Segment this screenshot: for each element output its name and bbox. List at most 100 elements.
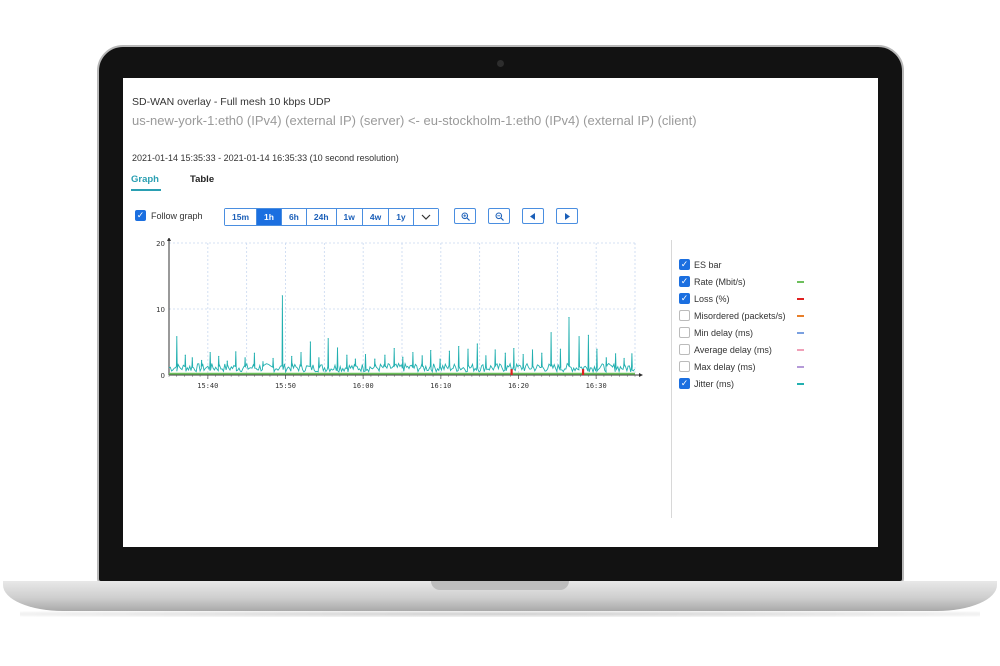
pan-right-button[interactable] (556, 208, 578, 224)
follow-graph-label: Follow graph (151, 210, 203, 221)
jitter-point (281, 295, 283, 297)
jitter-point (176, 336, 178, 338)
range-1w-button[interactable]: 1w (336, 209, 363, 225)
jitter-point (513, 348, 515, 350)
jitter-point (253, 352, 256, 354)
legend-checkbox[interactable]: ✓ (679, 293, 690, 304)
x-tick-label: 16:20 (508, 382, 529, 388)
legend-item-max[interactable]: Max delay (ms) (679, 358, 809, 375)
tab-graph[interactable]: Graph (131, 174, 159, 185)
jitter-point (327, 338, 329, 340)
legend-swatch (797, 315, 804, 317)
arrow-right-icon (565, 212, 570, 220)
follow-graph-toggle[interactable]: ✓ Follow graph (135, 210, 203, 221)
app-window: SD-WAN overlay - Full mesh 10 kbps UDP u… (123, 78, 878, 547)
zoom-in-icon (461, 212, 470, 221)
jitter-point (559, 348, 562, 350)
tab-table[interactable]: Table (190, 174, 214, 185)
range-6h-button[interactable]: 6h (281, 209, 307, 225)
legend-checkbox[interactable] (679, 310, 690, 321)
y-tick-label: 0 (161, 372, 165, 380)
legend-checkbox[interactable]: ✓ (679, 378, 690, 389)
range-15m-button[interactable]: 15m (225, 209, 258, 225)
legend-checkbox[interactable]: ✓ (679, 259, 690, 270)
loss-bar (581, 369, 585, 375)
legend-item-es[interactable]: ✓ ES bar (679, 256, 809, 273)
jitter-point (262, 361, 264, 363)
y-axis-arrow (167, 238, 171, 241)
pan-left-button[interactable] (522, 208, 544, 224)
jitter-point (476, 343, 478, 345)
zoom-out-icon (495, 212, 504, 221)
jitter-point (184, 354, 186, 356)
legend-checkbox[interactable] (679, 327, 690, 338)
legend-checkbox[interactable] (679, 361, 690, 372)
legend-swatch (797, 332, 804, 334)
time-range-selector: 15m 1h 6h 24h 1w 4w 1y (224, 208, 439, 226)
jitter-point (631, 353, 633, 355)
legend-item-loss[interactable]: ✓ Loss (%) (679, 290, 809, 307)
range-4w-button[interactable]: 4w (362, 209, 390, 225)
legend-label: Rate (Mbit/s) (694, 276, 746, 287)
page-title: SD-WAN overlay - Full mesh 10 kbps UDP (132, 96, 331, 108)
jitter-point (354, 358, 356, 360)
y-tick-label: 20 (156, 240, 165, 248)
jitter-point (309, 341, 311, 343)
jitter-point (522, 353, 524, 356)
jitter-point (568, 316, 570, 319)
jitter-point (421, 355, 423, 357)
jitter-point (467, 348, 469, 350)
jitter-point (541, 352, 543, 354)
legend-item-jitter[interactable]: ✓ Jitter (ms) (679, 375, 809, 392)
legend-checkbox[interactable] (679, 344, 690, 355)
jitter-point (336, 347, 339, 349)
jitter-point (384, 354, 386, 356)
time-range-label: 2021-01-14 15:35:33 - 2021-01-14 16:35:3… (132, 153, 399, 163)
laptop-shadow (20, 611, 980, 617)
laptop-hinge-notch (431, 581, 569, 590)
x-tick-label: 15:50 (275, 382, 296, 388)
jitter-point (218, 355, 220, 358)
jitter-point (300, 351, 302, 354)
jitter-point (235, 351, 237, 353)
jitter-point (605, 357, 607, 359)
jitter-point (485, 355, 487, 357)
legend-swatch (797, 281, 804, 283)
jitter-point (201, 359, 203, 362)
tab-active-indicator (131, 189, 161, 191)
jitter-point (587, 334, 589, 336)
jitter-point (550, 332, 552, 334)
legend-item-rate[interactable]: ✓ Rate (Mbit/s) (679, 273, 809, 290)
legend-item-misordered[interactable]: Misordered (packets/s) (679, 307, 809, 324)
jitter-point (393, 348, 395, 350)
chevron-down-icon (421, 214, 431, 220)
legend-label: Average delay (ms) (694, 344, 772, 355)
follow-graph-checkbox[interactable]: ✓ (135, 210, 146, 221)
jitter-point (623, 357, 625, 360)
jitter-point (412, 351, 414, 354)
jitter-point (596, 348, 598, 350)
range-more-button[interactable] (413, 209, 438, 225)
legend-swatch (797, 366, 804, 368)
measurement-chart[interactable]: 0 10 20 15:40 15:50 16:00 16:10 16:20 16:30 (143, 238, 643, 388)
legend-label: Min delay (ms) (694, 327, 754, 338)
camera-icon (497, 60, 504, 67)
legend-checkbox[interactable]: ✓ (679, 276, 690, 287)
jitter-point (291, 355, 293, 358)
x-tick-label: 15:40 (197, 382, 218, 388)
jitter-point (614, 353, 617, 355)
page-subtitle: us-new-york-1:eth0 (IPv4) (external IP) … (132, 113, 697, 128)
jitter-point (448, 350, 450, 352)
legend-item-min[interactable]: Min delay (ms) (679, 324, 809, 341)
range-24h-button[interactable]: 24h (306, 209, 337, 225)
jitter-point (430, 349, 432, 352)
range-1h-button[interactable]: 1h (257, 209, 282, 225)
zoom-in-button[interactable] (454, 208, 476, 224)
y-tick-label: 10 (156, 306, 165, 314)
legend-item-average[interactable]: Average delay (ms) (679, 341, 809, 358)
x-axis-arrow (639, 373, 643, 377)
jitter-point (191, 357, 193, 359)
range-1y-button[interactable]: 1y (389, 209, 414, 225)
jitter-point (209, 351, 211, 354)
zoom-out-button[interactable] (488, 208, 510, 224)
